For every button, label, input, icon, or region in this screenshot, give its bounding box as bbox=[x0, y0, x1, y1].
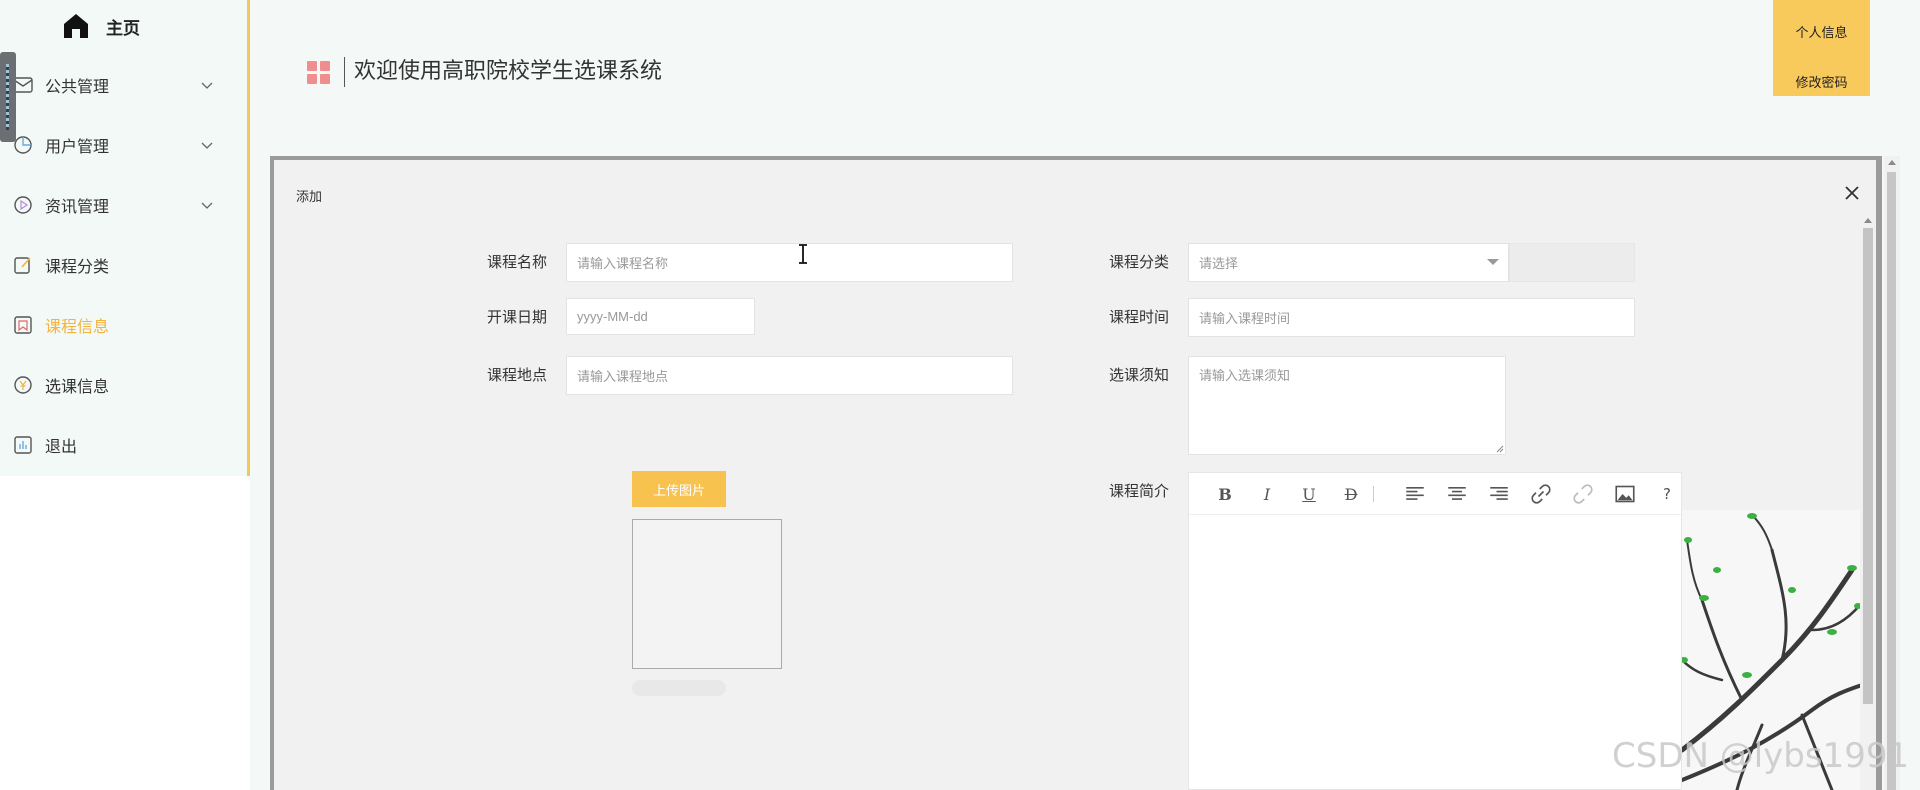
bar-chart-icon bbox=[12, 434, 34, 456]
enroll-notice-label: 选课须知 bbox=[1109, 366, 1170, 384]
header-divider bbox=[344, 57, 345, 87]
underline-icon[interactable]: U bbox=[1299, 484, 1319, 504]
bookmark-icon bbox=[12, 314, 34, 336]
chevron-down-icon bbox=[201, 82, 213, 89]
italic-icon[interactable]: I bbox=[1257, 484, 1277, 504]
text-cursor-icon bbox=[799, 244, 807, 264]
sidebar-item-label: 用户管理 bbox=[45, 137, 110, 156]
bold-icon[interactable]: B bbox=[1215, 484, 1235, 504]
sidebar-item-label: 课程信息 bbox=[45, 317, 110, 336]
upload-image-button[interactable]: 上传图片 bbox=[632, 471, 726, 507]
sidebar-item-news-management[interactable]: 资讯管理 bbox=[0, 185, 247, 225]
grid-icon bbox=[307, 61, 331, 85]
enroll-notice-textarea[interactable]: 请输入选课须知 bbox=[1188, 356, 1506, 455]
yen-circle-icon bbox=[12, 374, 34, 396]
play-circle-icon bbox=[12, 194, 34, 216]
home-link[interactable]: 主页 bbox=[62, 10, 140, 42]
image-preview bbox=[632, 519, 782, 669]
sidebar-item-course-category[interactable]: 课程分类 bbox=[0, 245, 247, 285]
close-icon[interactable] bbox=[1842, 183, 1862, 203]
page-scrollbar[interactable] bbox=[1884, 156, 1900, 790]
sidebar-footer bbox=[0, 476, 250, 790]
align-center-icon[interactable] bbox=[1447, 484, 1467, 504]
change-password-button[interactable]: 修改密码 bbox=[1773, 72, 1870, 91]
select-dropdown-area bbox=[1509, 243, 1635, 282]
drawer-handle[interactable] bbox=[0, 52, 16, 142]
course-name-label: 课程名称 bbox=[487, 253, 548, 271]
course-time-input[interactable]: 请输入课程时间 bbox=[1188, 298, 1635, 337]
course-location-input[interactable]: 请输入课程地点 bbox=[566, 356, 1013, 395]
align-left-icon[interactable] bbox=[1405, 484, 1425, 504]
watermark: CSDN @lybs1991 bbox=[1612, 736, 1910, 776]
course-intro-label: 课程简介 bbox=[1109, 482, 1170, 500]
course-time-label: 课程时间 bbox=[1109, 308, 1170, 326]
dialog-scrollbar[interactable] bbox=[1860, 214, 1876, 790]
home-label: 主页 bbox=[106, 18, 140, 39]
course-location-label: 课程地点 bbox=[487, 366, 548, 384]
editor-toolbar: B I U D ? bbox=[1189, 473, 1681, 515]
start-date-input[interactable]: yyyy-MM-dd bbox=[566, 298, 755, 335]
sidebar-item-public-management[interactable]: 公共管理 bbox=[0, 65, 247, 105]
chevron-down-icon bbox=[201, 202, 213, 209]
unlink-icon[interactable] bbox=[1573, 484, 1593, 504]
edit-icon bbox=[12, 254, 34, 276]
strikethrough-icon[interactable]: D bbox=[1341, 484, 1361, 504]
dropdown-caret-icon bbox=[1487, 259, 1499, 265]
align-right-icon[interactable] bbox=[1489, 484, 1509, 504]
sidebar-item-logout[interactable]: 退出 bbox=[0, 425, 247, 465]
sidebar-item-course-info[interactable]: 课程信息 bbox=[0, 305, 247, 345]
sidebar-item-label: 课程分类 bbox=[45, 257, 110, 276]
sidebar-item-label: 资讯管理 bbox=[45, 197, 110, 216]
home-icon bbox=[64, 14, 88, 38]
start-date-label: 开课日期 bbox=[487, 308, 548, 326]
toolbar-divider bbox=[1373, 486, 1374, 502]
sidebar-item-label: 退出 bbox=[45, 437, 78, 456]
sidebar: 主页 公共管理 用户管理 资讯管理 课程分类 课程信息 选课信息 退出 bbox=[0, 0, 250, 476]
page-title: 欢迎使用高职院校学生选课系统 bbox=[354, 59, 663, 84]
upload-tip bbox=[632, 680, 726, 696]
course-category-label: 课程分类 bbox=[1109, 253, 1170, 271]
profile-button[interactable]: 个人信息 bbox=[1773, 22, 1870, 41]
sidebar-item-label: 公共管理 bbox=[45, 77, 110, 96]
image-icon[interactable] bbox=[1615, 484, 1635, 504]
help-icon[interactable]: ? bbox=[1657, 484, 1677, 504]
dialog-title: 添加 bbox=[296, 190, 323, 205]
sidebar-item-user-management[interactable]: 用户管理 bbox=[0, 125, 247, 165]
user-menu: 个人信息 修改密码 bbox=[1773, 0, 1870, 96]
link-icon[interactable] bbox=[1531, 484, 1551, 504]
sidebar-item-enrollment-info[interactable]: 选课信息 bbox=[0, 365, 247, 405]
resize-grip-icon[interactable] bbox=[1496, 445, 1504, 453]
chevron-down-icon bbox=[201, 142, 213, 149]
rich-text-editor[interactable]: B I U D ? bbox=[1188, 472, 1682, 790]
course-name-input[interactable]: 请输入课程名称 bbox=[566, 243, 1013, 282]
course-category-select[interactable]: 请选择 bbox=[1188, 243, 1509, 282]
sidebar-item-label: 选课信息 bbox=[45, 377, 110, 396]
